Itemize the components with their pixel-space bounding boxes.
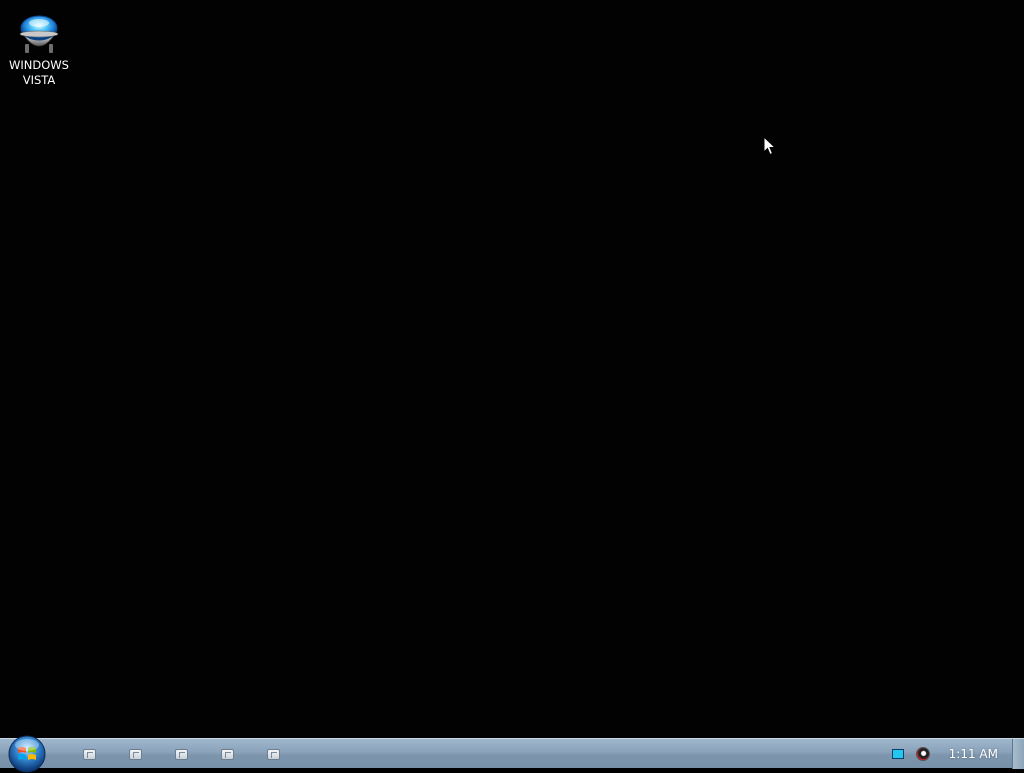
window-app-icon	[220, 748, 234, 760]
desktop-icon-windows-vista[interactable]: WINDOWS VISTA	[4, 12, 74, 88]
system-tray: 1:11 AM	[889, 739, 1024, 769]
desktop-icon-label: WINDOWS VISTA	[9, 58, 69, 87]
volume-disc-glyph	[915, 747, 930, 761]
windows-orb-icon[interactable]	[8, 735, 46, 773]
taskbar-item-4[interactable]	[204, 740, 250, 768]
taskbar: 1:11 AM	[0, 735, 1024, 773]
taskbar-item-3[interactable]	[158, 740, 204, 768]
taskbar-item-2[interactable]	[112, 740, 158, 768]
show-desktop-button[interactable]	[1012, 739, 1024, 769]
taskbar-item-1[interactable]	[66, 740, 112, 768]
taskbar-item-5[interactable]	[250, 740, 296, 768]
pinned-items	[66, 739, 296, 769]
clock[interactable]: 1:11 AM	[949, 747, 998, 761]
window-app-icon	[128, 748, 142, 760]
network-screen-glyph	[891, 749, 904, 759]
arrow-cursor-icon	[763, 136, 776, 156]
network-icon[interactable]	[889, 745, 907, 763]
desktop[interactable]: WINDOWS VISTA	[0, 0, 1024, 738]
window-app-icon	[266, 748, 280, 760]
vista-orb-icon	[19, 15, 59, 53]
window-app-icon	[82, 748, 96, 760]
window-app-icon	[174, 748, 188, 760]
volume-icon[interactable]	[914, 745, 932, 763]
